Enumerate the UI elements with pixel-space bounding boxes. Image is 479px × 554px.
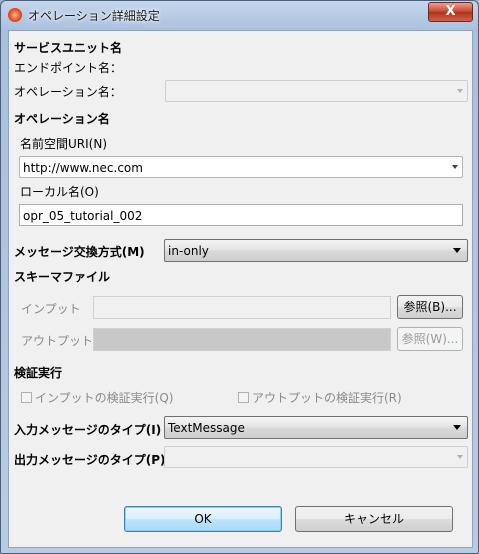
input-msg-type-combo[interactable]: TextMessage [164, 416, 468, 439]
input-schema-label: インプット [21, 302, 81, 316]
exchange-combo[interactable]: in-only [164, 239, 468, 262]
output-validate-label: アウトプットの検証実行(R) [252, 391, 402, 405]
exchange-value: in-only [168, 244, 209, 258]
output-msg-type-combo[interactable] [164, 446, 468, 468]
app-icon [8, 8, 22, 22]
input-validate-label: インプットの検証実行(Q) [35, 391, 174, 405]
local-name-input[interactable]: opr_05_tutorial_002 [19, 204, 463, 226]
validation-heading: 検証実行 [14, 366, 63, 380]
input-validate-checkbox[interactable] [21, 392, 32, 403]
dialog-window: オペレーション詳細設定 X サービスユニット名 エンドポイント名： オペレーショ… [0, 0, 479, 554]
input-schema-field[interactable] [93, 296, 391, 319]
cancel-button[interactable]: キャンセル [295, 506, 453, 532]
namespace-label-text: 名前空間URI(N) [20, 137, 108, 151]
operation-name-label: オペレーション名： [14, 85, 122, 99]
ok-button[interactable]: OK [124, 506, 282, 532]
namespace-uri-combo[interactable]: http://www.nec.com [19, 156, 463, 178]
local-name-value: opr_05_tutorial_002 [23, 209, 143, 223]
window-title: オペレーション詳細設定 [28, 9, 160, 23]
namespace-uri-value: http://www.nec.com [23, 161, 143, 175]
chevron-down-icon[interactable] [452, 165, 458, 169]
output-validate-checkbox[interactable] [238, 392, 249, 403]
input-msg-type-label: 入力メッセージのタイプ(I) [14, 423, 162, 437]
local-name-label: ローカル名(O) [20, 185, 99, 199]
input-browse-button[interactable]: 参照(B)... [397, 295, 463, 319]
schema-heading: スキーマファイル [14, 270, 111, 284]
close-button[interactable]: X [428, 2, 473, 22]
operation-name-combo[interactable] [165, 80, 468, 102]
chevron-down-icon[interactable] [453, 425, 461, 430]
chevron-down-icon [457, 89, 463, 93]
operation-heading: オペレーション名 [14, 112, 110, 126]
dialog-client-area: サービスユニット名 エンドポイント名： オペレーション名： オペレーション名 名… [8, 30, 473, 548]
chevron-down-icon[interactable] [453, 248, 461, 253]
output-schema-label: アウトプット [21, 334, 94, 348]
exchange-label: メッセージ交換方式(M) [14, 245, 145, 259]
chevron-down-icon [457, 455, 463, 459]
input-msg-type-value: TextMessage [168, 421, 245, 435]
namespace-label: 名前空間URI(N) [20, 135, 107, 152]
output-browse-button[interactable]: 参照(W)... [397, 327, 463, 351]
output-msg-type-label: 出力メッセージのタイプ(P) [14, 453, 166, 467]
endpoint-label: エンドポイント名： [14, 61, 123, 75]
service-unit-heading: サービスユニット名 [14, 41, 123, 55]
title-bar[interactable]: オペレーション詳細設定 X [1, 1, 478, 29]
output-schema-field[interactable] [93, 328, 391, 351]
